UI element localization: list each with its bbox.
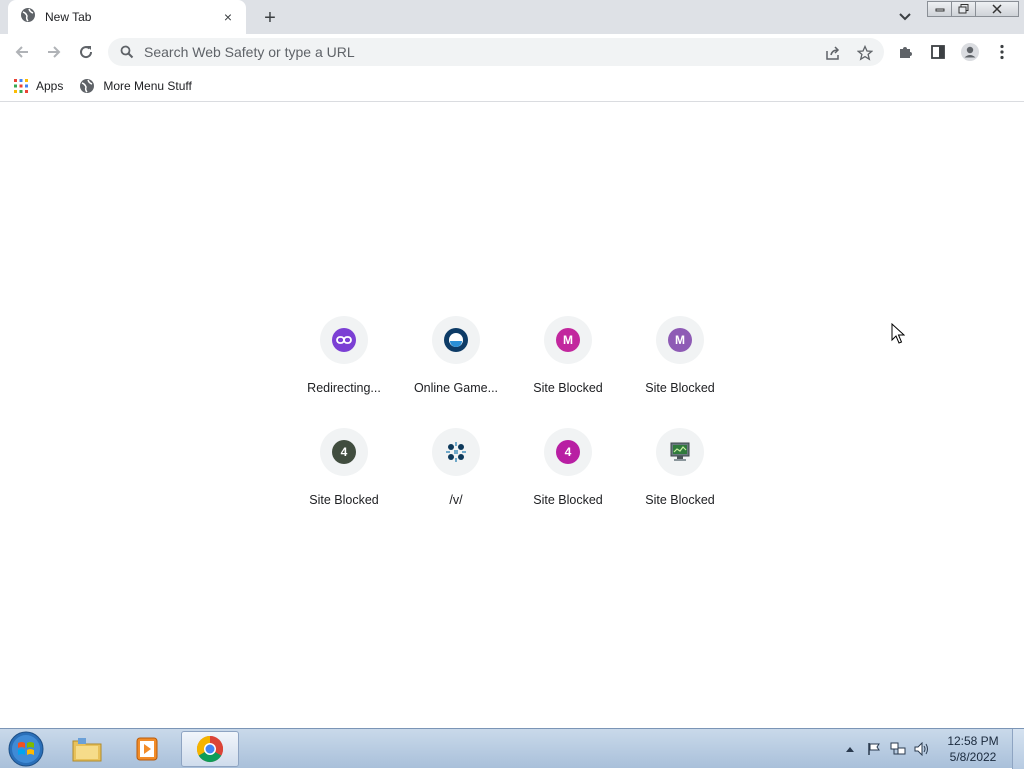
mouse-cursor-icon xyxy=(891,322,906,350)
link-icon xyxy=(332,328,356,352)
taskbar: 12:58 PM 5/8/2022 xyxy=(0,728,1024,769)
network-icon[interactable] xyxy=(890,741,906,757)
chrome-icon xyxy=(196,735,224,763)
system-tray xyxy=(842,729,938,769)
close-window-button[interactable] xyxy=(975,1,1019,17)
close-icon xyxy=(992,4,1002,14)
back-button[interactable] xyxy=(10,40,34,64)
bookmark-more-menu-stuff[interactable]: More Menu Stuff xyxy=(79,74,192,98)
reload-button[interactable] xyxy=(74,40,98,64)
tab-close-button[interactable]: × xyxy=(220,9,236,25)
restore-icon xyxy=(958,4,968,14)
title-bar: New Tab × + xyxy=(0,0,1024,34)
shortcut-icon-wrap: M xyxy=(544,316,592,364)
shortcut-icon-wrap xyxy=(320,316,368,364)
kebab-menu-icon xyxy=(1000,44,1004,60)
windows-logo-icon xyxy=(8,731,44,767)
bookmark-star-icon[interactable] xyxy=(856,44,874,62)
minimize-icon xyxy=(935,8,944,12)
menu-button[interactable] xyxy=(990,40,1014,64)
shortcut-tile[interactable]: 4 Site Blocked xyxy=(288,424,400,536)
shortcut-tile[interactable]: 4 Site Blocked xyxy=(512,424,624,536)
monitor-icon xyxy=(668,440,692,464)
profile-button[interactable] xyxy=(958,40,982,64)
forward-button[interactable] xyxy=(42,40,66,64)
start-button[interactable] xyxy=(6,731,46,767)
bookmarks-bar: Apps More Menu Stuff xyxy=(0,70,1024,102)
shortcut-icon-wrap: M xyxy=(656,316,704,364)
taskbar-chrome[interactable] xyxy=(181,731,239,767)
extensions-button[interactable] xyxy=(894,40,918,64)
ring-icon xyxy=(444,328,468,352)
volume-icon[interactable] xyxy=(914,741,930,757)
file-explorer-icon xyxy=(72,738,102,762)
tab-search-button[interactable] xyxy=(894,8,916,26)
globe-icon xyxy=(20,7,36,28)
browser-toolbar xyxy=(0,34,1024,70)
clock-time: 12:58 PM xyxy=(947,734,999,748)
side-panel-icon xyxy=(931,45,945,59)
show-hidden-icons-button[interactable] xyxy=(842,741,858,757)
shortcut-icon-wrap: 4 xyxy=(320,428,368,476)
shortcut-title: Site Blocked xyxy=(309,493,379,507)
number-4-icon: 4 xyxy=(556,440,580,464)
minimize-button[interactable] xyxy=(927,1,952,17)
letter-m-icon: M xyxy=(556,328,580,352)
bookmark-label: More Menu Stuff xyxy=(103,78,192,93)
taskbar-media-player[interactable] xyxy=(118,731,176,767)
new-tab-button[interactable]: + xyxy=(258,6,282,30)
side-panel-button[interactable] xyxy=(926,40,950,64)
apps-grid-icon xyxy=(14,78,28,93)
bookmark-label: Apps xyxy=(36,78,64,93)
omnibox-input[interactable] xyxy=(144,44,784,60)
action-center-flag-icon[interactable] xyxy=(866,741,882,757)
tab-title: New Tab xyxy=(45,10,92,24)
chevron-up-icon xyxy=(846,747,854,752)
shortcut-icon-wrap: 4 xyxy=(544,428,592,476)
puzzle-icon xyxy=(900,47,912,58)
tab-new-tab[interactable]: New Tab × xyxy=(8,0,246,34)
back-arrow-icon xyxy=(15,46,28,58)
shortcuts-grid: Redirecting... Online Game... M Site Blo… xyxy=(288,312,736,536)
reload-icon xyxy=(80,46,93,59)
shortcut-tile[interactable]: Online Game... xyxy=(400,312,512,424)
shortcut-icon-wrap xyxy=(432,428,480,476)
shortcut-tile[interactable]: M Site Blocked xyxy=(624,312,736,424)
shortcut-title: /v/ xyxy=(449,493,463,507)
shortcut-title: Site Blocked xyxy=(645,381,715,395)
globe-icon xyxy=(80,78,95,93)
shortcut-icon-wrap xyxy=(432,316,480,364)
shortcut-tile[interactable]: Redirecting... xyxy=(288,312,400,424)
share-icon[interactable] xyxy=(824,44,842,62)
system-clock[interactable]: 12:58 PM 5/8/2022 xyxy=(940,733,1006,765)
forward-arrow-icon xyxy=(48,46,61,58)
letter-m-icon: M xyxy=(668,328,692,352)
shortcut-icon-wrap xyxy=(656,428,704,476)
shortcut-title: Redirecting... xyxy=(307,381,381,395)
shortcut-tile[interactable]: M Site Blocked xyxy=(512,312,624,424)
show-desktop-button[interactable] xyxy=(1012,729,1024,769)
avatar-icon xyxy=(961,43,979,61)
chevron-down-icon xyxy=(899,13,911,21)
number-4-icon: 4 xyxy=(332,440,356,464)
search-icon xyxy=(120,45,134,59)
taskbar-file-explorer[interactable] xyxy=(58,731,116,767)
shortcut-title: Site Blocked xyxy=(533,493,603,507)
media-player-icon xyxy=(136,737,158,761)
shortcut-tile[interactable]: /v/ xyxy=(400,424,512,536)
shortcut-title: Site Blocked xyxy=(645,493,715,507)
clock-date: 5/8/2022 xyxy=(949,750,997,764)
address-bar[interactable] xyxy=(108,38,884,66)
shortcut-title: Online Game... xyxy=(413,381,499,395)
restore-button[interactable] xyxy=(951,1,976,17)
shortcut-title: Site Blocked xyxy=(533,381,603,395)
shortcut-tile[interactable]: Site Blocked xyxy=(624,424,736,536)
bookmark-apps[interactable]: Apps xyxy=(14,74,63,98)
window-controls xyxy=(927,1,1019,17)
clover-icon xyxy=(444,440,468,464)
